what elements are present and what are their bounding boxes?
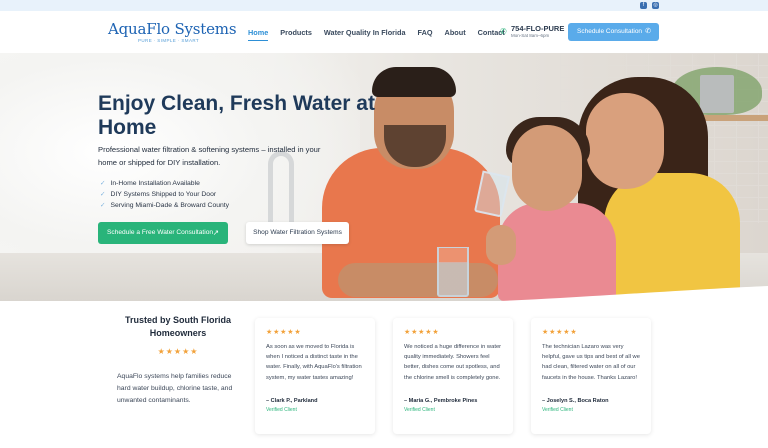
nav-faq[interactable]: FAQ [418,28,433,37]
nav-products[interactable]: Products [280,28,312,37]
phone-number[interactable]: 754-FLO-PURE [511,24,564,33]
free-consultation-button[interactable]: Schedule a Free Water Consultation ↗ [98,222,228,244]
testimonial-card: ★★★★★ We noticed a huge difference in wa… [393,318,513,434]
free-consultation-label: Schedule a Free Water Consultation [107,229,214,236]
check-icon: ✓ [100,191,106,198]
hero-subtitle: Professional water filtration & softenin… [98,145,321,167]
phone-icon: ✆ [500,27,507,36]
testimonial-author: – Maria G., Pembroke Pines [404,398,478,404]
testimonial-stars: ★★★★★ [404,329,440,336]
hero-pot [700,75,734,113]
logo[interactable]: AquaFlo Systems PURE · SIMPLE · SMART [108,20,237,43]
hero-bullet: ✓ DIY Systems Shipped to Your Door [100,190,216,198]
main-nav: Home Products Water Quality In Florida F… [248,28,517,41]
hero-bullet: ✓ In-Home Installation Available [100,179,200,187]
hero-photo-woman-face [586,93,664,189]
hero-section [0,53,768,301]
nav-home[interactable]: Home [248,28,269,41]
hero-bullet-label: In-Home Installation Available [110,180,200,187]
hero-wave-divider [0,286,768,316]
schedule-consultation-button[interactable]: Schedule Consultation ✆ [568,23,659,41]
instagram-icon[interactable]: ◎ [652,2,659,9]
testimonial-card: ★★★★★ As soon as we moved to Florida is … [255,318,375,434]
logo-brand: AquaFlo Systems [108,20,237,38]
top-utility-bar: f ◎ [0,0,768,11]
trust-title: Trusted by South Florida Homeowners [124,315,231,338]
trust-stars: ★★★★★ [157,347,199,356]
verified-badge: Verified Client [266,407,297,413]
verified-badge: Verified Client [404,407,435,413]
hero-photo-girl-face [512,125,582,211]
site-header: AquaFlo Systems PURE · SIMPLE · SMART Ho… [0,11,768,53]
shop-systems-button[interactable]: Shop Water Filtration Systems [246,222,349,244]
testimonial-stars: ★★★★★ [542,329,578,336]
testimonial-stars: ★★★★★ [266,329,302,336]
check-icon: ✓ [100,202,106,209]
facebook-icon[interactable]: f [640,2,647,9]
testimonial-author: – Joselyn S., Boca Raton [542,398,609,404]
hero-title: Enjoy Clean, Fresh Water at Home [98,92,375,139]
arrow-up-right-icon: ↗ [212,228,219,237]
trust-description: AquaFlo systems help families reduce har… [117,373,233,404]
hero-bullet-label: Serving Miami-Dade & Broward County [110,202,230,209]
testimonial-card: ★★★★★ The technician Lazaro was very hel… [531,318,651,434]
testimonial-text: We noticed a huge difference in water qu… [404,344,502,381]
trust-heading-block: Trusted by South Florida Homeowners ★★★★… [118,314,238,356]
check-icon: ✓ [100,180,106,187]
hero-bullet-label: DIY Systems Shipped to Your Door [110,191,217,198]
testimonial-author: – Clark P., Parkland [266,398,318,404]
hero-bullet: ✓ Serving Miami-Dade & Broward County [100,201,229,209]
schedule-consultation-label: Schedule Consultation [577,28,643,35]
hero-photo-girl-arm [486,225,516,265]
phone-hours: Mon-Sat 8am–6pm [511,33,550,38]
phone-icon: ✆ [645,28,651,35]
verified-badge: Verified Client [542,407,573,413]
testimonial-text: As soon as we moved to Florida is when I… [266,344,362,381]
nav-water-quality[interactable]: Water Quality In Florida [324,28,406,37]
logo-tagline: PURE · SIMPLE · SMART [138,38,200,43]
testimonial-text: The technician Lazaro was very helpful, … [542,344,640,381]
nav-about[interactable]: About [445,28,466,37]
